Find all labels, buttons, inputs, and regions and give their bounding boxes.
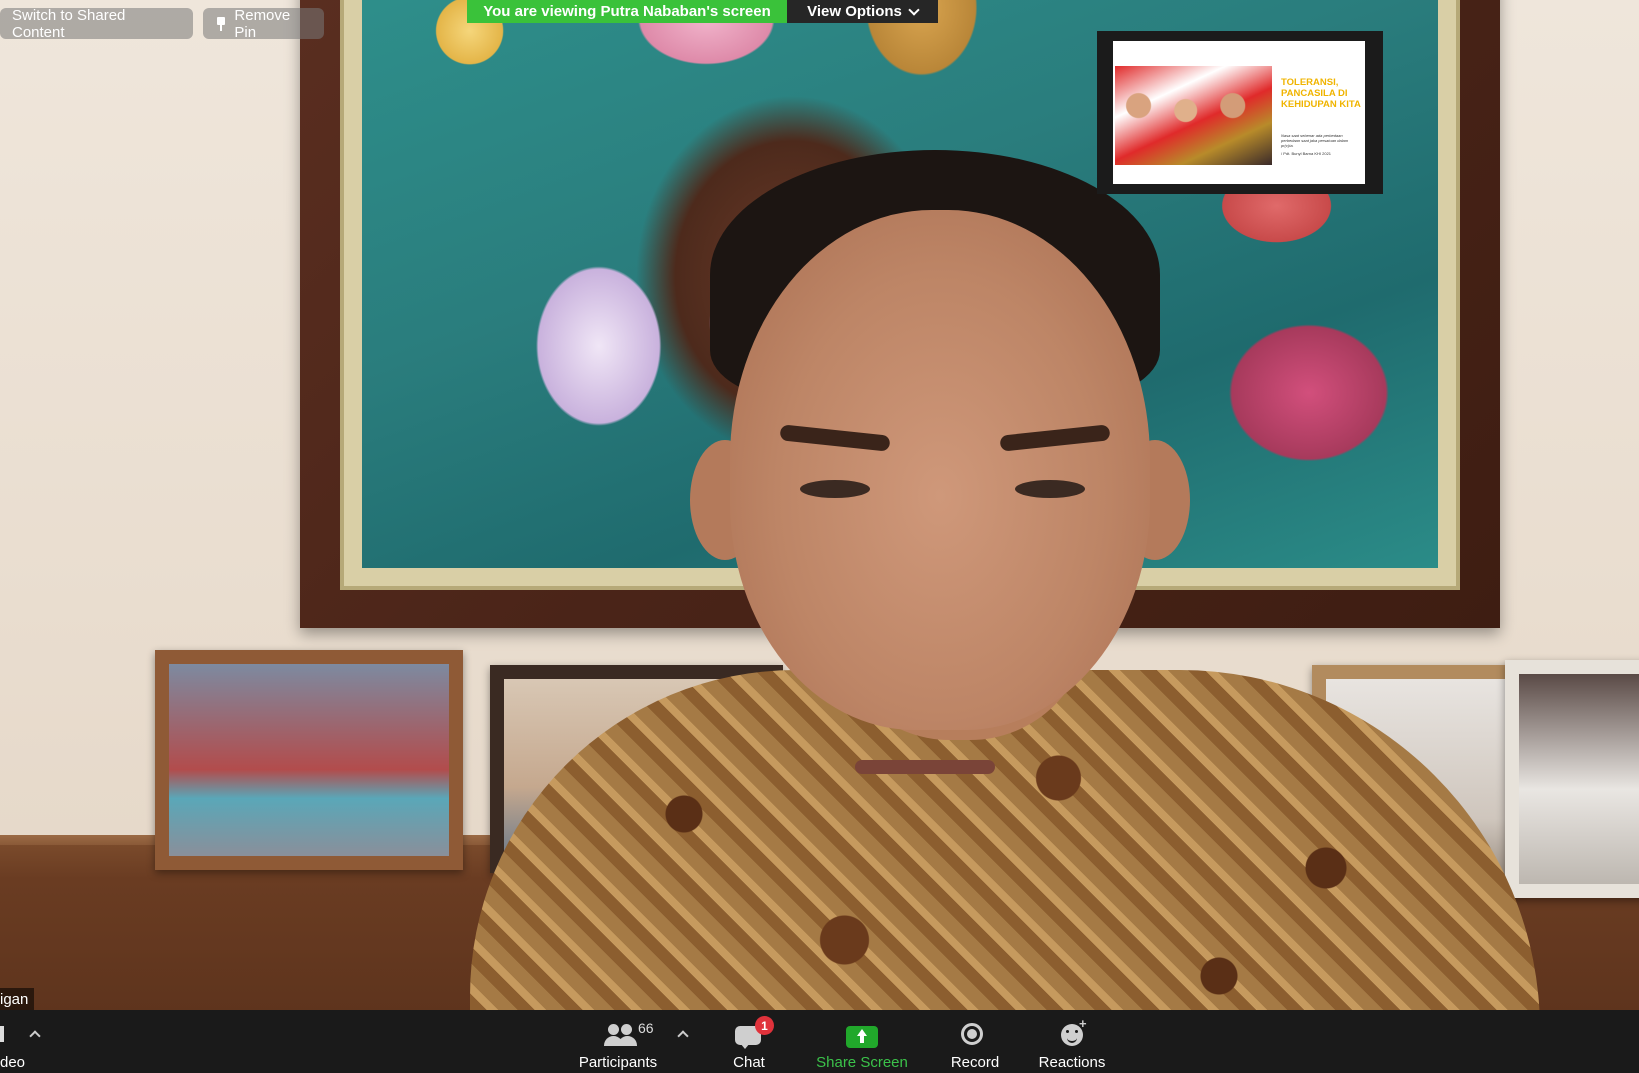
slide-author: / Pdt. Bunyl Barna KHI 2021 bbox=[1281, 151, 1332, 156]
chevron-down-icon bbox=[908, 3, 920, 16]
video-label: deo bbox=[0, 1054, 26, 1071]
participants-count: 66 bbox=[638, 1020, 654, 1036]
share-screen-icon bbox=[846, 1026, 878, 1048]
remove-pin-label: Remove Pin bbox=[234, 6, 291, 41]
face bbox=[730, 210, 1150, 730]
speaker bbox=[470, 150, 1540, 1010]
presentation-slide: TOLERANSI, PANCASILA DI KEHIDUPAN KITA N… bbox=[1113, 41, 1365, 184]
switch-to-shared-content-button[interactable]: Switch to Shared Content bbox=[0, 6, 193, 41]
view-options-label: View Options bbox=[807, 3, 902, 20]
photo-frame bbox=[155, 650, 463, 870]
participant-name: igan bbox=[0, 990, 29, 1008]
switch-label: Switch to Shared Content bbox=[12, 6, 126, 41]
share-screen-button[interactable]: Share Screen bbox=[812, 1010, 912, 1073]
participants-icon bbox=[604, 1024, 637, 1046]
record-label: Record bbox=[950, 1054, 1000, 1071]
chat-label: Chat bbox=[733, 1054, 765, 1071]
viewing-status: You are viewing Putra Nababan's screen bbox=[467, 0, 787, 23]
share-screen-label: Share Screen bbox=[816, 1054, 908, 1071]
chat-button[interactable]: 1 Chat bbox=[727, 1010, 774, 1073]
screen-share-banner: You are viewing Putra Nababan's screen V… bbox=[467, 0, 938, 23]
reactions-label: Reactions bbox=[1038, 1054, 1106, 1071]
meeting-toolbar: deo 66 Participants 1 Chat Share Screen … bbox=[0, 1010, 1639, 1073]
slide-title: TOLERANSI, PANCASILA DI KEHIDUPAN KITA bbox=[1281, 77, 1361, 110]
record-icon bbox=[961, 1023, 983, 1045]
camera-icon bbox=[0, 1026, 4, 1042]
view-options-button[interactable]: View Options bbox=[787, 0, 938, 23]
plus-icon: + bbox=[1079, 1016, 1087, 1031]
slide-photo bbox=[1115, 66, 1272, 165]
stop-video-button[interactable]: deo bbox=[0, 1010, 30, 1073]
video-options-caret[interactable] bbox=[29, 1030, 41, 1042]
participant-name-tag: igan bbox=[0, 988, 35, 1010]
record-button[interactable]: Record bbox=[945, 1010, 1005, 1073]
slide-subtitle: Nasa saat sebenar ada perbedaan perbedaa… bbox=[1281, 133, 1349, 148]
participants-label: Participants bbox=[578, 1054, 658, 1071]
chat-unread-badge: 1 bbox=[755, 1016, 774, 1035]
viewing-text: You are viewing Putra Nababan's screen bbox=[483, 3, 771, 20]
video-feed bbox=[0, 0, 1639, 1010]
participants-options-caret[interactable] bbox=[677, 1030, 689, 1042]
shared-screen-thumbnail[interactable]: TOLERANSI, PANCASILA DI KEHIDUPAN KITA N… bbox=[1097, 31, 1383, 194]
participants-button[interactable]: 66 Participants bbox=[568, 1010, 668, 1073]
remove-pin-button[interactable]: Remove Pin bbox=[203, 6, 324, 41]
reactions-button[interactable]: + Reactions bbox=[1035, 1010, 1109, 1073]
pin-icon bbox=[215, 16, 226, 31]
